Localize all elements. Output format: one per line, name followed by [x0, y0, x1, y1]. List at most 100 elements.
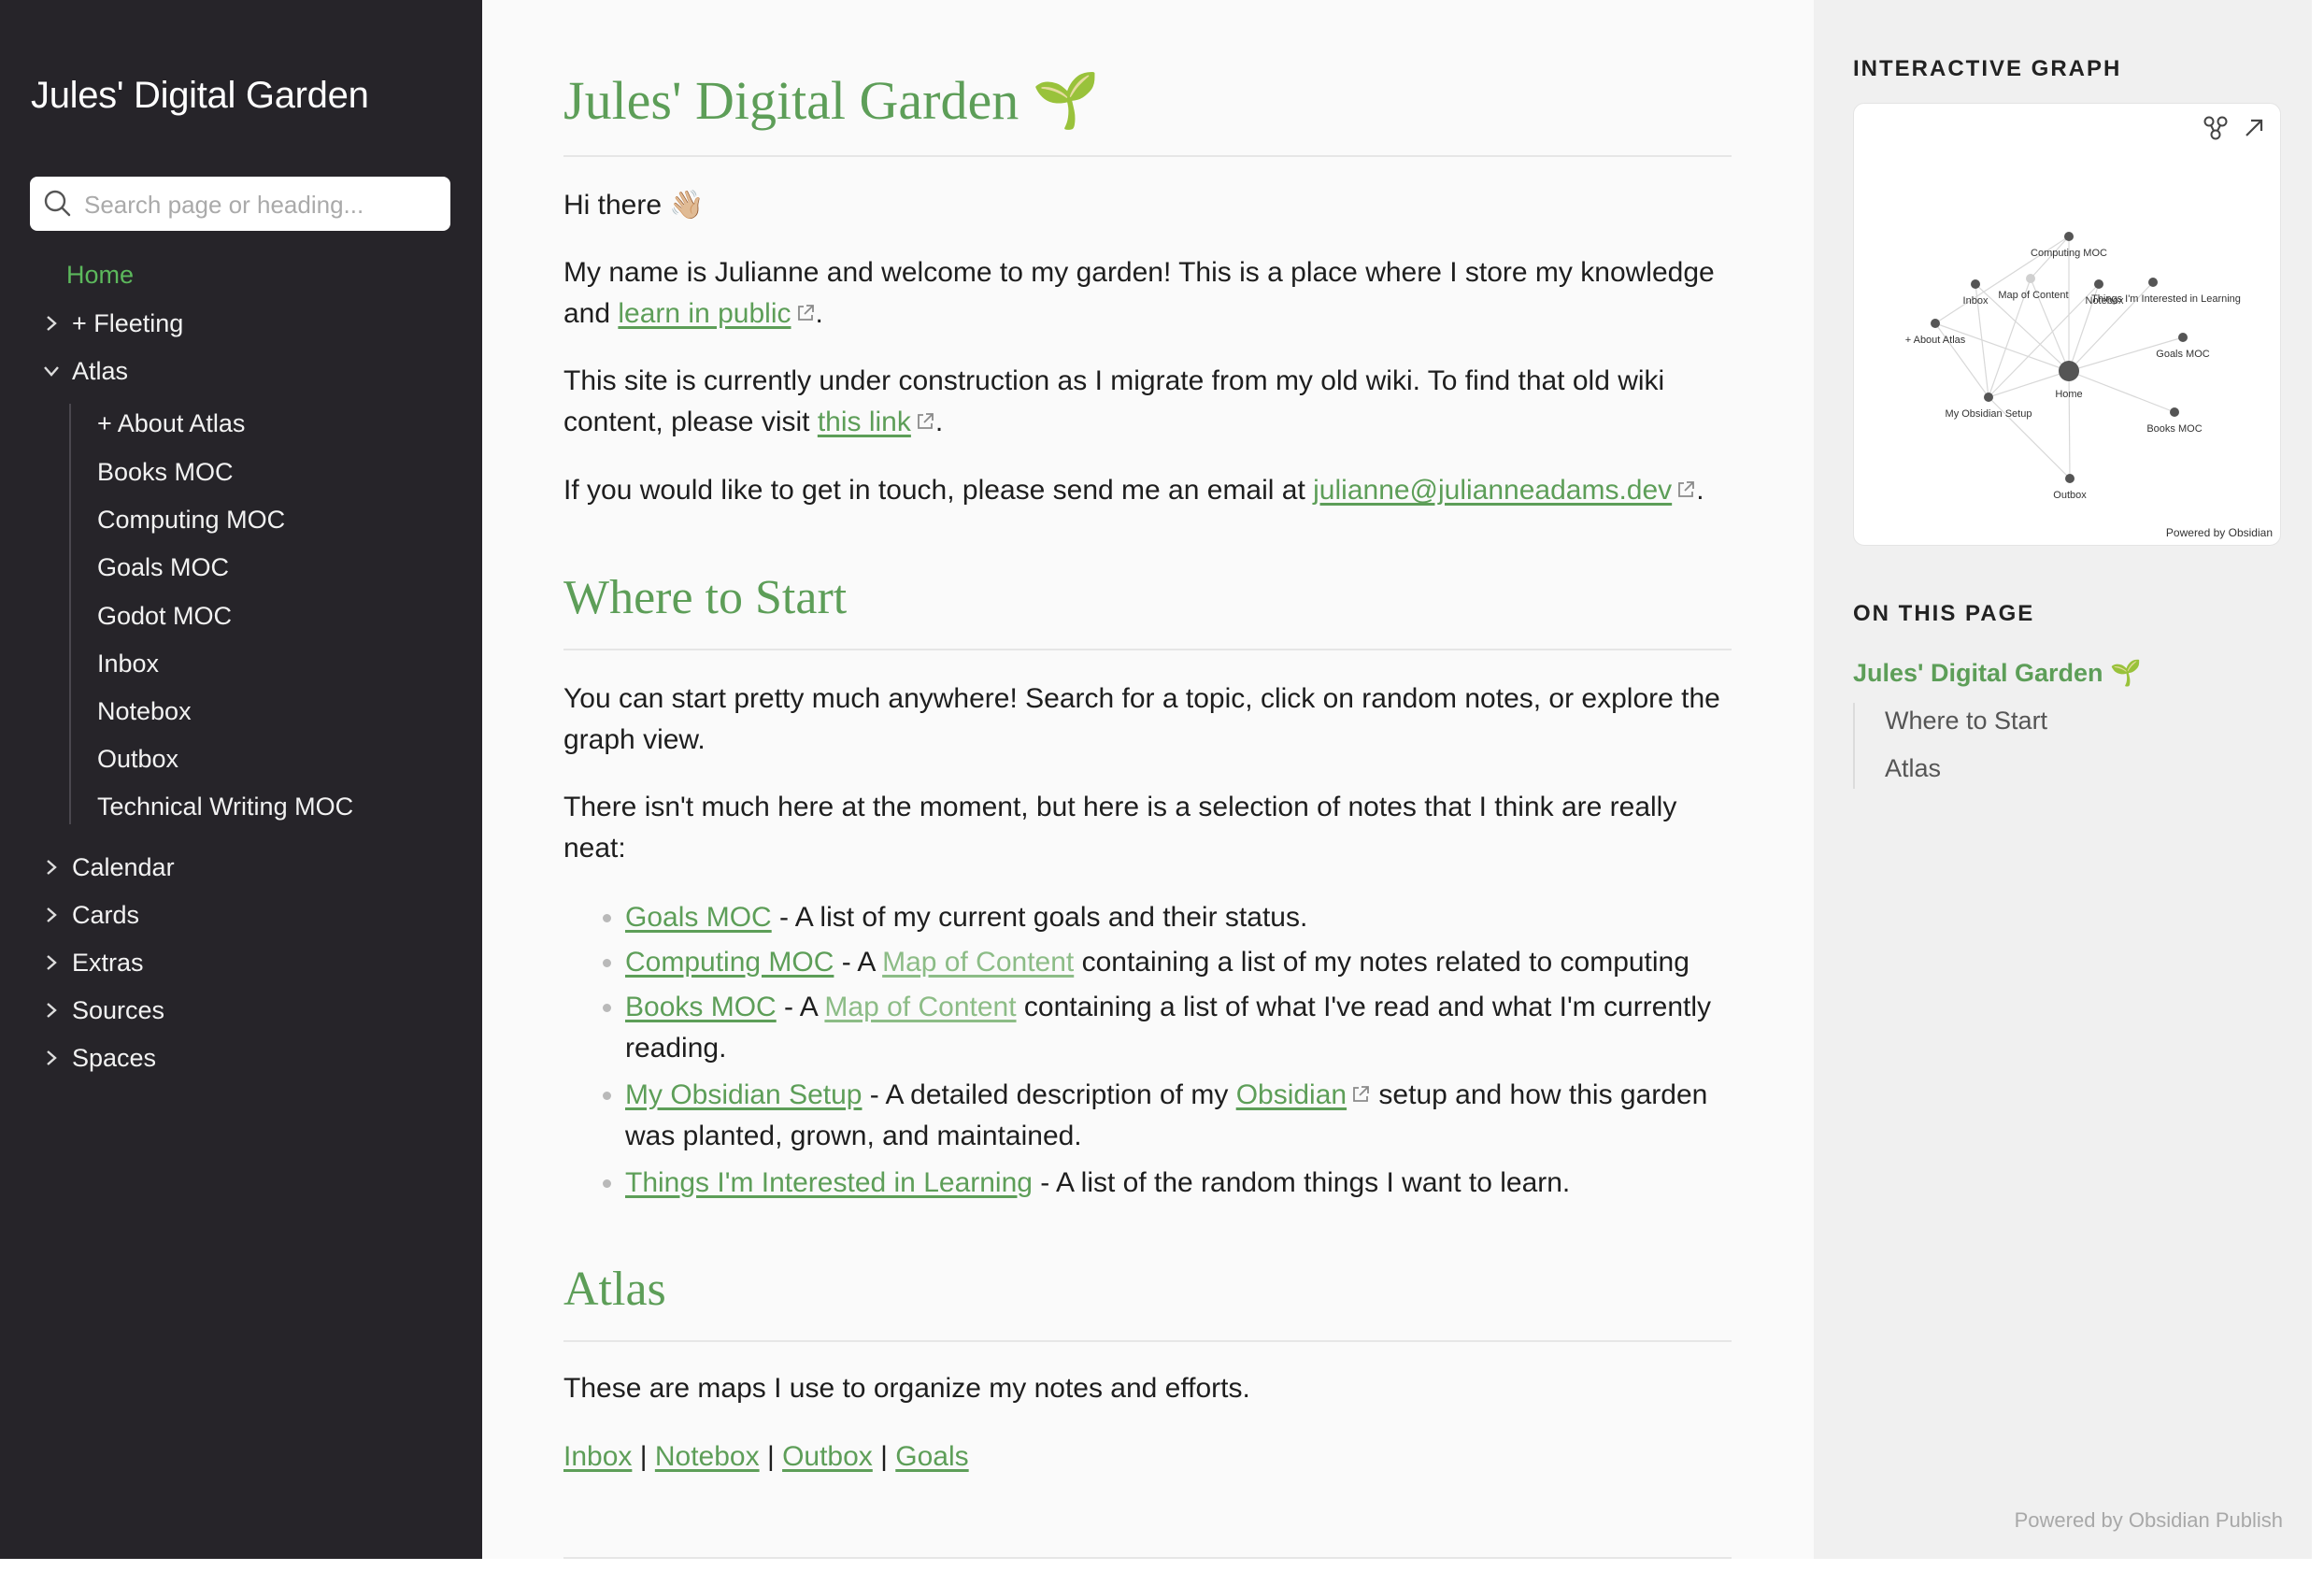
learn-in-public-link[interactable]: learn in public: [618, 298, 791, 329]
chevron-right-icon[interactable]: [41, 857, 62, 878]
sidebar-item-spaces[interactable]: Spaces: [72, 1044, 156, 1073]
list-item: Books MOC - A Map of Content containing …: [625, 992, 1712, 1064]
external-link-icon: [797, 305, 814, 321]
page-title: Jules' Digital Garden 🌱: [563, 70, 1100, 131]
list-item: Things I'm Interested in Learning - A li…: [625, 1167, 1571, 1198]
right-panel: INTERACTIVE GRAPH Computing MOC Inbox Ma…: [1814, 0, 2324, 1571]
books-moc-link[interactable]: Books MOC: [625, 992, 777, 1022]
old-wiki-link[interactable]: this link: [818, 407, 911, 437]
notebox-link[interactable]: Notebox: [655, 1441, 760, 1472]
chevron-right-icon[interactable]: [41, 1048, 62, 1068]
graph-node-label: Inbox: [1963, 295, 1989, 307]
graph-node-label: Home: [2055, 389, 2082, 400]
graph-node-label: Goals MOC: [2156, 349, 2210, 360]
sidebar-item-extras[interactable]: Extras: [72, 949, 144, 978]
sidebar-subitem-inbox[interactable]: Inbox: [97, 650, 159, 678]
chevron-right-icon[interactable]: [41, 313, 62, 334]
title-divider: [563, 155, 1732, 157]
section-divider: [563, 649, 1732, 650]
list-bullet: [603, 914, 611, 922]
contact-paragraph: If you would like to get in touch, pleas…: [563, 475, 1704, 506]
section-divider: [563, 1340, 1732, 1342]
sidebar-subitem-computing-moc[interactable]: Computing MOC: [97, 506, 285, 535]
map-of-content-link[interactable]: Map of Content: [824, 992, 1016, 1022]
chevron-right-icon[interactable]: [41, 952, 62, 973]
atlas-links: Inbox | Notebox | Outbox | Goals: [563, 1441, 969, 1472]
graph-node-label: Map of Content: [1998, 290, 2068, 301]
computing-moc-link[interactable]: Computing MOC: [625, 947, 834, 978]
list-item: Computing MOC - A Map of Content contain…: [625, 947, 1690, 978]
sidebar-item-fleeting[interactable]: + Fleeting: [72, 309, 183, 338]
graph-powered-by[interactable]: Powered by Obsidian: [2166, 526, 2273, 539]
list-bullet: [603, 959, 611, 967]
toc-item-title[interactable]: Jules' Digital Garden 🌱: [1853, 658, 2142, 688]
list-bullet: [603, 1179, 611, 1188]
sidebar-subitem-technical-writing-moc[interactable]: Technical Writing MOC: [97, 793, 353, 821]
wave-emoji: 👋🏼: [669, 190, 705, 221]
graph-title: INTERACTIVE GRAPH: [1853, 56, 2122, 81]
things-interested-link[interactable]: Things I'm Interested in Learning: [625, 1167, 1033, 1198]
graph-canvas[interactable]: Computing MOC Inbox Map of Content Noteb…: [1854, 104, 2280, 545]
window-edge: [2312, 0, 2324, 1571]
heading-where-to-start: Where to Start: [563, 571, 848, 624]
list-item: My Obsidian Setup - A detailed descripti…: [625, 1079, 1708, 1151]
sidebar-subitem-books-moc[interactable]: Books MOC: [97, 458, 234, 487]
chevron-right-icon[interactable]: [41, 1000, 62, 1021]
powered-by-obsidian-publish[interactable]: Powered by Obsidian Publish: [2015, 1508, 2283, 1533]
graph-node-label: Outbox: [2053, 490, 2087, 501]
seedling-emoji: 🌱: [2110, 659, 2142, 687]
list-bullet: [603, 1092, 611, 1100]
search-box[interactable]: [30, 177, 450, 231]
toc-item-atlas[interactable]: Atlas: [1885, 754, 1941, 783]
greeting-paragraph: Hi there 👋🏼: [563, 190, 705, 221]
sidebar-item-atlas[interactable]: Atlas: [72, 357, 128, 386]
external-link-icon: [1678, 481, 1695, 497]
sidebar-subitem-about-atlas[interactable]: + About Atlas: [97, 409, 245, 438]
goals-link[interactable]: Goals: [895, 1441, 968, 1472]
goals-moc-link[interactable]: Goals MOC: [625, 902, 772, 933]
toc-tree-line: [1853, 703, 1855, 789]
seedling-emoji: 🌱: [1032, 70, 1100, 131]
email-link[interactable]: julianne@julianneadams.dev: [1313, 475, 1672, 506]
sidebar-subitem-goals-moc[interactable]: Goals MOC: [97, 553, 229, 582]
sidebar-item-home[interactable]: Home: [66, 261, 134, 290]
heading-atlas: Atlas: [563, 1263, 666, 1316]
atlas-paragraph: These are maps I use to organize my note…: [563, 1373, 1250, 1404]
sidebar-subitem-godot-moc[interactable]: Godot MOC: [97, 602, 232, 631]
inbox-link[interactable]: Inbox: [563, 1441, 632, 1472]
site-name[interactable]: Jules' Digital Garden: [31, 75, 369, 117]
toc-title: ON THIS PAGE: [1853, 601, 2035, 626]
window-edge: [0, 1559, 2324, 1571]
graph-node-label: Books MOC: [2146, 423, 2202, 435]
search-icon: [44, 190, 71, 217]
sidebar-subitem-notebox[interactable]: Notebox: [97, 697, 192, 726]
atlas-tree-line: [69, 404, 71, 824]
sidebar-subitem-outbox[interactable]: Outbox: [97, 745, 178, 774]
external-link-icon: [1353, 1086, 1369, 1102]
external-link-icon: [917, 413, 934, 429]
graph-node-label: + About Atlas: [1905, 335, 1966, 346]
list-bullet: [603, 1004, 611, 1012]
my-obsidian-setup-link[interactable]: My Obsidian Setup: [625, 1079, 862, 1110]
graph-node-label: Computing MOC: [2031, 248, 2107, 259]
chevron-down-icon[interactable]: [41, 361, 62, 381]
construction-paragraph: This site is currently under constructio…: [563, 365, 1665, 437]
sidebar: Jules' Digital Garden Home + Fleeting At…: [0, 0, 482, 1571]
search-input[interactable]: [82, 184, 441, 225]
graph-node-label: Things I'm Interested in Learning: [2091, 293, 2241, 305]
graph-node-label: My Obsidian Setup: [1946, 408, 2032, 420]
map-of-content-link[interactable]: Map of Content: [882, 947, 1074, 978]
chevron-right-icon[interactable]: [41, 905, 62, 925]
obsidian-link[interactable]: Obsidian: [1236, 1079, 1347, 1110]
sidebar-item-cards[interactable]: Cards: [72, 901, 139, 930]
interactive-graph[interactable]: Computing MOC Inbox Map of Content Noteb…: [1853, 103, 2281, 546]
main-content: Jules' Digital Garden 🌱 Hi there 👋🏼 My n…: [482, 0, 1814, 1571]
list-item: Goals MOC - A list of my current goals a…: [625, 902, 1308, 933]
outbox-link[interactable]: Outbox: [782, 1441, 873, 1472]
where-to-start-paragraph-1: You can start pretty much anywhere! Sear…: [563, 683, 1720, 755]
sidebar-item-calendar[interactable]: Calendar: [72, 853, 175, 882]
sidebar-item-sources[interactable]: Sources: [72, 996, 164, 1025]
where-to-start-paragraph-2: There isn't much here at the moment, but…: [563, 792, 1677, 864]
toc-item-where-to-start[interactable]: Where to Start: [1885, 707, 2047, 736]
intro-paragraph: My name is Julianne and welcome to my ga…: [563, 257, 1715, 329]
